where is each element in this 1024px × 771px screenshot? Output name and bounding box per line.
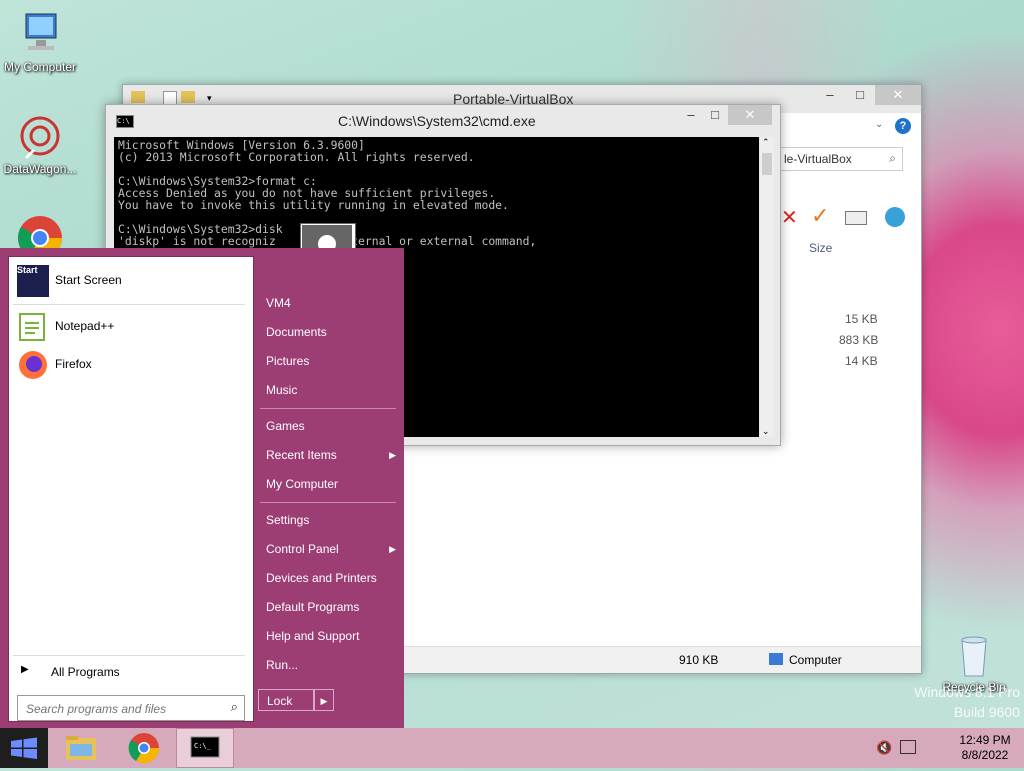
notepadpp-icon: [17, 311, 49, 343]
svg-text:C:\_: C:\_: [194, 742, 212, 750]
divider: [260, 502, 396, 503]
maximize-button[interactable]: □: [700, 105, 730, 125]
folder-icon: [66, 736, 96, 760]
program-start-screen[interactable]: Start Start Screen: [13, 263, 245, 299]
minimize-button[interactable]: –: [815, 85, 845, 105]
lock-options-button[interactable]: ▶: [314, 689, 334, 711]
computer-icon: [16, 10, 64, 58]
scroll-up-icon[interactable]: ⌃: [762, 137, 770, 148]
triangle-right-icon: ▶: [21, 664, 29, 675]
status-location: Computer: [789, 653, 842, 667]
start-link-devices-printers[interactable]: Devices and Printers: [260, 565, 402, 591]
file-size: 14 KB: [845, 354, 878, 368]
help-icon[interactable]: ?: [895, 118, 911, 134]
start-link-games[interactable]: Games: [260, 413, 402, 439]
os-watermark: Windows 8.1 Pro Build 9600: [914, 684, 1020, 720]
start-link-vm4[interactable]: VM4: [260, 290, 402, 316]
maximize-button[interactable]: □: [845, 85, 875, 105]
chevron-down-icon[interactable]: ▾: [207, 93, 212, 104]
chevron-right-icon: ▶: [389, 544, 396, 554]
desktop-icon-label: DataWagon...: [3, 162, 77, 176]
search-icon[interactable]: ⌕: [231, 699, 238, 715]
firefox-icon: [17, 349, 49, 381]
taskbar-chrome[interactable]: [116, 728, 172, 768]
taskbar: C:\_ 🔇 12:49 PM 8/8/2022: [0, 728, 1024, 768]
search-input[interactable]: le-VirtualBox ⌕: [779, 147, 903, 171]
cmd-icon: C:\_: [190, 736, 220, 758]
column-header-size[interactable]: Size: [809, 241, 832, 255]
start-link-documents[interactable]: Documents: [260, 319, 402, 345]
divider: [260, 408, 396, 409]
desktop-icon-datawagon[interactable]: DataWagon...: [0, 112, 80, 176]
start-programs-pane: Start Start Screen Notepad++ Firefox ▶ A…: [8, 256, 254, 722]
all-programs-button[interactable]: ▶ All Programs: [13, 659, 245, 683]
close-button[interactable]: ✕: [875, 85, 921, 105]
scrollbar[interactable]: ⌃ ⌄: [760, 137, 774, 437]
program-firefox[interactable]: Firefox: [13, 347, 245, 383]
start-link-settings[interactable]: Settings: [260, 507, 402, 533]
recycle-bin-icon: [950, 630, 998, 678]
search-box[interactable]: ⌕: [17, 695, 245, 721]
chevron-down-icon[interactable]: ⌄: [875, 119, 883, 130]
program-notepadpp[interactable]: Notepad++: [13, 309, 245, 345]
console-line: 'diskp' is not recogniz internal or exte…: [118, 234, 537, 248]
start-link-music[interactable]: Music: [260, 377, 402, 403]
delete-icon[interactable]: ✕: [781, 205, 798, 230]
start-link-control-panel[interactable]: Control Panel ▶: [260, 536, 402, 562]
start-link-run[interactable]: Run...: [260, 652, 402, 678]
rename-icon[interactable]: [845, 211, 867, 225]
chrome-icon: [128, 733, 160, 764]
clock[interactable]: 12:49 PM 8/8/2022: [946, 733, 1024, 763]
taskbar-cmd[interactable]: C:\_: [176, 728, 234, 768]
start-link-recent-items[interactable]: Recent Items ▶: [260, 442, 402, 468]
start-places-pane: VM4 Documents Pictures Music Games Recen…: [256, 248, 404, 728]
search-input[interactable]: [24, 698, 218, 720]
folder-icon: [131, 91, 145, 103]
volume-muted-icon[interactable]: 🔇: [876, 740, 892, 756]
start-screen-icon: Start: [17, 265, 49, 297]
search-icon: ⌕: [889, 151, 896, 165]
system-tray: 🔇 12:49 PM 8/8/2022: [864, 728, 1024, 768]
windows-logo-icon: [11, 737, 37, 759]
file-size: 883 KB: [839, 333, 879, 347]
console-line: (c) 2013 Microsoft Corporation. All righ…: [118, 150, 475, 164]
network-icon[interactable]: [900, 740, 916, 754]
desktop-icon-my-computer[interactable]: My Computer: [0, 10, 80, 74]
scroll-thumb[interactable]: [762, 153, 772, 175]
divider: [13, 304, 245, 305]
console-line: You have to invoke this utility running …: [118, 198, 509, 212]
close-button[interactable]: ✕: [728, 105, 772, 125]
start-menu: Start Start Screen Notepad++ Firefox ▶ A…: [0, 248, 404, 728]
lock-button[interactable]: Lock: [258, 689, 314, 711]
taskbar-file-explorer[interactable]: [54, 728, 110, 768]
new-folder-icon[interactable]: [181, 91, 195, 103]
divider: [13, 655, 245, 656]
start-link-default-programs[interactable]: Default Programs: [260, 594, 402, 620]
checkmark-icon[interactable]: ✓: [811, 203, 829, 229]
desktop-icon-label: My Computer: [3, 60, 77, 74]
datawagon-icon: [16, 112, 64, 160]
computer-icon: [769, 653, 783, 665]
start-link-my-computer[interactable]: My Computer: [260, 471, 402, 497]
cmd-icon: C:\: [116, 115, 134, 128]
cmd-title: C:\Windows\System32\cmd.exe: [338, 113, 536, 129]
start-link-pictures[interactable]: Pictures: [260, 348, 402, 374]
status-size: 910 KB: [679, 653, 719, 667]
file-size: 15 KB: [845, 312, 878, 326]
chevron-right-icon: ▶: [389, 450, 396, 460]
start-button[interactable]: [0, 728, 48, 768]
globe-icon[interactable]: [885, 207, 905, 227]
cmd-titlebar[interactable]: C:\ C:\Windows\System32\cmd.exe – □ ✕: [106, 105, 780, 135]
start-link-help-support[interactable]: Help and Support: [260, 623, 402, 649]
scroll-down-icon[interactable]: ⌄: [762, 426, 770, 437]
